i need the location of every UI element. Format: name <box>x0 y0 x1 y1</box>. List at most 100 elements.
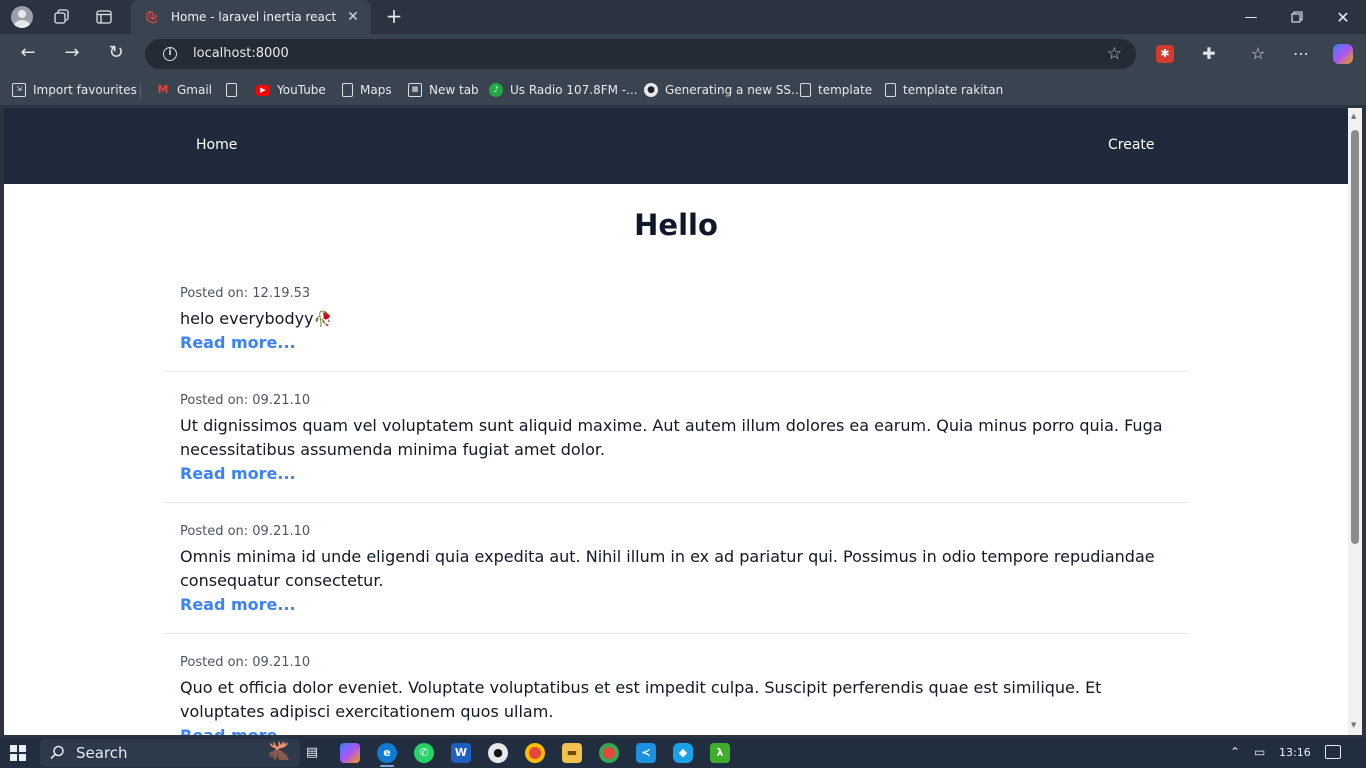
start-button-icon[interactable] <box>10 745 26 761</box>
bookmark-label: Gmail <box>177 83 213 97</box>
page-viewport: Home Create Hello Posted on: 12.19.53 he… <box>4 108 1348 735</box>
clock[interactable]: 13:16 <box>1279 746 1311 759</box>
bookmark-gmail[interactable]: M Gmail <box>156 82 213 98</box>
lambda-app-icon[interactable]: λ <box>710 743 730 763</box>
tab-actions-icon[interactable] <box>92 5 116 29</box>
bookmark-label: Maps <box>360 83 392 97</box>
scroll-down-arrow-icon[interactable]: ▼ <box>1351 721 1356 729</box>
page-icon <box>342 83 353 97</box>
page-icon <box>800 83 811 97</box>
favorites-icon[interactable]: ☆ <box>1247 43 1269 65</box>
bookmark-separator <box>140 83 141 99</box>
workspaces-icon[interactable] <box>50 5 74 29</box>
moose-icon: 🫎 <box>267 741 290 762</box>
site-navbar: Home Create <box>4 108 1348 184</box>
bookmark-import-favourites[interactable]: ⇲ Import favourites <box>12 82 137 98</box>
chrome-profile-icon[interactable] <box>599 743 619 763</box>
post-item: Posted on: 09.21.10 Ut dignissimos quam … <box>164 372 1188 503</box>
read-more-link[interactable]: Read more... <box>180 462 296 486</box>
bookmark-radio[interactable]: ♪ Us Radio 107.8FM -... <box>489 82 638 98</box>
bookmark-label: YouTube <box>277 83 326 97</box>
app-icon[interactable]: ◆ <box>673 743 693 763</box>
tab-title: Home - laravel inertia react <box>171 10 337 24</box>
post-date: Posted on: 09.21.10 <box>180 655 311 670</box>
extensions-puzzle-icon[interactable]: ✚ <box>1198 43 1220 65</box>
chrome-icon[interactable] <box>525 743 545 763</box>
post-item: Posted on: 09.21.10 Quo et officia dolor… <box>164 634 1188 735</box>
address-row: ← → ↻ i localhost:8000 ☆ ✱ ✚ ☆ ⋯ <box>0 34 1366 74</box>
favorite-star-icon[interactable]: ☆ <box>1107 44 1122 64</box>
battery-icon[interactable]: ▭ <box>1254 745 1265 759</box>
site-info-icon[interactable]: i <box>163 47 177 61</box>
read-more-link[interactable]: Read more... <box>180 593 296 617</box>
active-app-indicator <box>380 765 394 767</box>
github-icon: ● <box>644 83 658 97</box>
radio-icon: ♪ <box>489 83 503 97</box>
tab-close-icon[interactable]: ✕ <box>345 9 361 25</box>
page-icon <box>885 83 896 97</box>
bookmark-label: template <box>818 83 873 97</box>
word-icon[interactable]: W <box>451 743 471 763</box>
vscode-icon[interactable]: ≺ <box>636 743 656 763</box>
scrollbar-thumb[interactable] <box>1351 130 1359 544</box>
read-more-link[interactable]: Read more... <box>180 724 296 735</box>
nav-create-link[interactable]: Create <box>1108 137 1155 153</box>
forward-icon[interactable]: → <box>60 42 84 66</box>
close-window-button[interactable]: ✕ <box>1320 0 1366 34</box>
bookmark-template[interactable]: template <box>800 82 872 98</box>
read-more-link[interactable]: Read more... <box>180 331 296 355</box>
bookmark-label: Generating a new SS... <box>665 83 803 97</box>
new-tab-button[interactable]: + <box>382 5 406 29</box>
file-explorer-icon[interactable]: ▬ <box>562 743 582 763</box>
taskbar-search[interactable]: Search 🫎 <box>40 739 300 767</box>
newtab-icon: ▦ <box>408 83 422 97</box>
more-menu-icon[interactable]: ⋯ <box>1290 43 1312 65</box>
restore-button[interactable] <box>1274 0 1320 34</box>
post-body: Ut dignissimos quam vel voluptatem sunt … <box>180 416 1163 459</box>
bookmark-page[interactable] <box>226 82 244 98</box>
windows-taskbar: Search 🫎 ▤ e ✆ W ● ▬ ≺ ◆ λ ⌃ ▭ 13:16 <box>0 738 1366 768</box>
copilot-app-icon[interactable] <box>340 743 360 763</box>
post-item: Posted on: 09.21.10 Omnis minima id unde… <box>164 503 1188 634</box>
post-item: Posted on: 12.19.53 helo everybodyy🥀 Rea… <box>164 280 1188 372</box>
whatsapp-icon[interactable]: ✆ <box>414 743 434 763</box>
bookmark-label: New tab <box>429 83 479 97</box>
extension-icon[interactable]: ✱ <box>1156 45 1174 63</box>
bookmark-github[interactable]: ● Generating a new SS... <box>644 82 803 98</box>
post-body: helo everybodyy🥀 <box>180 307 1172 331</box>
bookmark-youtube[interactable]: ▶ YouTube <box>256 82 326 98</box>
url-text[interactable]: localhost:8000 <box>193 46 289 61</box>
scroll-up-arrow-icon[interactable]: ▲ <box>1351 112 1356 120</box>
chevron-up-icon[interactable]: ⌃ <box>1230 745 1240 759</box>
refresh-icon[interactable]: ↻ <box>104 42 128 66</box>
copilot-icon[interactable] <box>1333 44 1353 64</box>
notification-icon[interactable] <box>1325 745 1341 759</box>
bookmark-template-rakitan[interactable]: template rakitan <box>885 82 1003 98</box>
browser-title-bar: Home - laravel inertia react ✕ + — ✕ <box>0 0 1366 34</box>
edge-icon[interactable]: e <box>377 743 397 763</box>
youtube-icon: ▶ <box>256 84 270 96</box>
bookmark-label: Import favourites <box>33 83 137 97</box>
task-view-icon[interactable]: ▤ <box>302 743 322 763</box>
rose-emoji-icon: 🥀 <box>313 310 333 328</box>
minimize-button[interactable]: — <box>1228 0 1274 34</box>
address-bar[interactable]: i localhost:8000 ☆ <box>145 39 1136 69</box>
post-list: Posted on: 12.19.53 helo everybodyy🥀 Rea… <box>164 280 1188 735</box>
tab-active[interactable]: Home - laravel inertia react ✕ <box>131 0 371 34</box>
bookmark-new-tab[interactable]: ▦ New tab <box>408 82 479 98</box>
laravel-icon <box>145 10 159 24</box>
search-label: Search <box>76 744 128 762</box>
github-desktop-icon[interactable]: ● <box>488 743 508 763</box>
gmail-icon: M <box>157 83 169 96</box>
bookmark-label: template rakitan <box>903 83 1004 97</box>
profile-avatar-icon[interactable] <box>10 5 34 29</box>
post-date: Posted on: 09.21.10 <box>180 524 311 539</box>
back-icon[interactable]: ← <box>16 42 40 66</box>
nav-home-link[interactable]: Home <box>196 137 237 153</box>
import-icon: ⇲ <box>12 83 26 97</box>
post-date: Posted on: 09.21.10 <box>180 393 311 408</box>
bookmark-maps[interactable]: Maps <box>342 82 392 98</box>
search-icon <box>50 745 66 761</box>
bookmark-label: Us Radio 107.8FM -... <box>510 83 638 97</box>
page-scrollbar[interactable]: ▲ ▼ <box>1348 108 1362 735</box>
